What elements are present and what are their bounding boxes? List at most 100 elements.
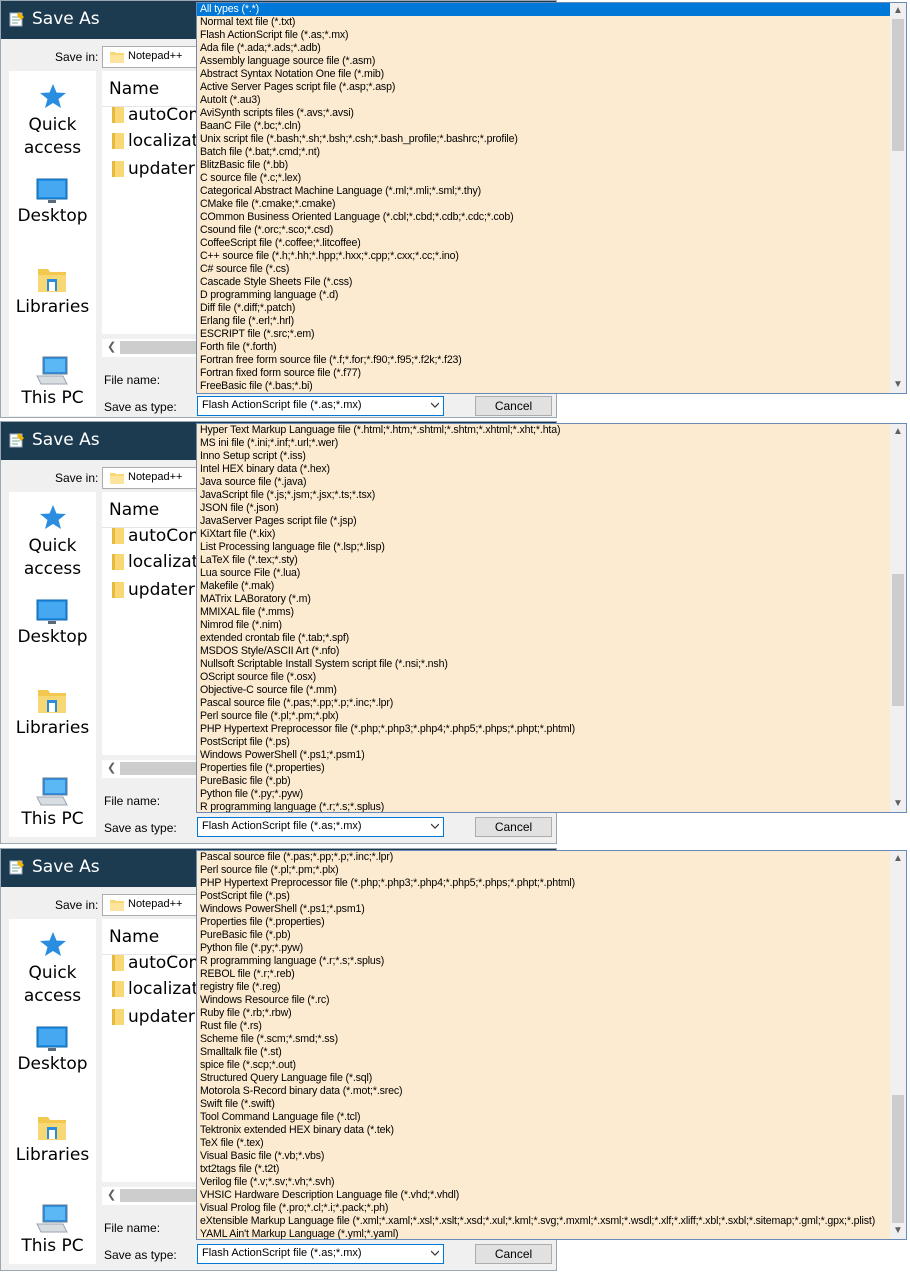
- file-type-option[interactable]: Batch file (*.bat;*.cmd;*.nt): [197, 146, 890, 159]
- place-this-pc[interactable]: This PC: [9, 808, 96, 831]
- scroll-thumb[interactable]: [892, 574, 904, 706]
- scroll-down-icon[interactable]: ▼: [890, 377, 906, 393]
- file-type-option[interactable]: Diff file (*.diff;*.patch): [197, 302, 890, 315]
- place-quick-access[interactable]: Quick access: [9, 962, 96, 1008]
- vertical-scrollbar[interactable]: ▲ ▼: [890, 851, 906, 1239]
- file-type-option[interactable]: CoffeeScript file (*.coffee;*.litcoffee): [197, 237, 890, 250]
- list-item[interactable]: localizatio: [112, 130, 198, 152]
- file-type-option[interactable]: eXtensible Markup Language file (*.xml;*…: [197, 1215, 890, 1228]
- place-desktop[interactable]: Desktop: [9, 1053, 96, 1076]
- scroll-thumb[interactable]: [892, 1095, 904, 1223]
- list-item[interactable]: updater: [112, 158, 198, 180]
- file-type-option[interactable]: Verilog file (*.v;*.sv;*.vh;*.svh): [197, 1176, 890, 1189]
- file-type-option[interactable]: Windows Resource file (*.rc): [197, 994, 890, 1007]
- file-type-option[interactable]: Cascade Style Sheets File (*.css): [197, 276, 890, 289]
- place-desktop[interactable]: Desktop: [9, 626, 96, 649]
- file-type-option[interactable]: Nullsoft Scriptable Install System scrip…: [197, 658, 890, 671]
- file-type-option[interactable]: Visual Basic file (*.vb;*.vbs): [197, 1150, 890, 1163]
- file-type-option[interactable]: Erlang file (*.erl;*.hrl): [197, 315, 890, 328]
- file-type-option[interactable]: KiXtart file (*.kix): [197, 528, 890, 541]
- file-type-option[interactable]: List Processing language file (*.lsp;*.l…: [197, 541, 890, 554]
- list-item[interactable]: localizatio: [112, 978, 198, 1000]
- scroll-down-icon[interactable]: ▼: [890, 796, 906, 812]
- file-type-option[interactable]: AviSynth scripts files (*.avs;*.avsi): [197, 107, 890, 120]
- file-type-option[interactable]: PureBasic file (*.pb): [197, 929, 890, 942]
- file-type-option[interactable]: ESCRIPT file (*.src;*.em): [197, 328, 890, 341]
- file-type-option[interactable]: Categorical Abstract Machine Language (*…: [197, 185, 890, 198]
- file-type-option[interactable]: Perl source file (*.pl;*.pm;*.plx): [197, 710, 890, 723]
- file-list[interactable]: Name autoCom localizatio updater: [102, 71, 198, 334]
- scroll-left-icon[interactable]: ❮: [107, 1188, 116, 1201]
- file-type-option[interactable]: C source file (*.c;*.lex): [197, 172, 890, 185]
- scroll-left-icon[interactable]: ❮: [107, 340, 116, 353]
- file-type-option[interactable]: Inno Setup script (*.iss): [197, 450, 890, 463]
- file-type-option[interactable]: Properties file (*.properties): [197, 916, 890, 929]
- cancel-button[interactable]: Cancel: [475, 1244, 552, 1264]
- file-type-option[interactable]: txt2tags file (*.t2t): [197, 1163, 890, 1176]
- file-type-option[interactable]: Java source file (*.java): [197, 476, 890, 489]
- file-type-dropdown[interactable]: All types (*.*) Normal text file (*.txt) F…: [196, 2, 907, 394]
- list-item[interactable]: updater: [112, 1006, 198, 1028]
- file-type-option[interactable]: JavaScript file (*.js;*.jsm;*.jsx;*.ts;*…: [197, 489, 890, 502]
- file-type-option[interactable]: Assembly language source file (*.asm): [197, 55, 890, 68]
- file-type-option[interactable]: OScript source file (*.osx): [197, 671, 890, 684]
- file-type-option[interactable]: REBOL file (*.r;*.reb): [197, 968, 890, 981]
- list-item[interactable]: updater: [112, 579, 198, 601]
- file-type-option[interactable]: Active Server Pages script file (*.asp;*…: [197, 81, 890, 94]
- file-type-option[interactable]: CMake file (*.cmake;*.cmake): [197, 198, 890, 211]
- place-this-pc[interactable]: This PC: [9, 387, 96, 410]
- column-header-name[interactable]: Name: [109, 79, 159, 99]
- scroll-down-icon[interactable]: ▼: [890, 1223, 906, 1239]
- file-type-option[interactable]: extended crontab file (*.tab;*.spf): [197, 632, 890, 645]
- horizontal-scrollbar[interactable]: ❮: [102, 1187, 198, 1205]
- place-desktop[interactable]: Desktop: [9, 205, 96, 228]
- file-type-option[interactable]: Rust file (*.rs): [197, 1020, 890, 1033]
- file-type-option[interactable]: Lua source File (*.lua): [197, 567, 890, 580]
- file-type-option[interactable]: All types (*.*): [197, 3, 890, 16]
- scroll-thumb[interactable]: [120, 341, 198, 354]
- file-type-option[interactable]: D programming language (*.d): [197, 289, 890, 302]
- save-in-combo[interactable]: Notepad++: [102, 467, 198, 489]
- file-type-option[interactable]: PostScript file (*.ps): [197, 890, 890, 903]
- place-quick-access[interactable]: Quick access: [9, 535, 96, 581]
- file-type-option[interactable]: Unix script file (*.bash;*.sh;*.bsh;*.cs…: [197, 133, 890, 146]
- file-type-option[interactable]: C++ source file (*.h;*.hh;*.hpp;*.hxx;*.…: [197, 250, 890, 263]
- file-type-option[interactable]: Visual Prolog file (*.pro;*.cl;*.i;*.pac…: [197, 1202, 890, 1215]
- file-type-option[interactable]: Ada file (*.ada;*.ads;*.adb): [197, 42, 890, 55]
- file-type-option[interactable]: MATrix LABoratory (*.m): [197, 593, 890, 606]
- file-type-option[interactable]: Nimrod file (*.nim): [197, 619, 890, 632]
- file-type-option[interactable]: Tektronix extended HEX binary data (*.te…: [197, 1124, 890, 1137]
- file-type-option[interactable]: Windows PowerShell (*.ps1;*.psm1): [197, 903, 890, 916]
- file-type-option[interactable]: MS ini file (*.ini;*.inf;*.url;*.wer): [197, 437, 890, 450]
- file-type-option[interactable]: BaanC File (*.bc;*.cln): [197, 120, 890, 133]
- scroll-thumb[interactable]: [892, 19, 904, 151]
- place-quick-access[interactable]: Quick access: [9, 114, 96, 160]
- file-type-option[interactable]: Smalltalk file (*.st): [197, 1046, 890, 1059]
- file-type-option[interactable]: Normal text file (*.txt): [197, 16, 890, 29]
- file-type-option[interactable]: AutoIt (*.au3): [197, 94, 890, 107]
- file-type-option[interactable]: JSON file (*.json): [197, 502, 890, 515]
- file-type-option[interactable]: Intel HEX binary data (*.hex): [197, 463, 890, 476]
- save-as-type-select[interactable]: Flash ActionScript file (*.as;*.mx): [197, 396, 444, 416]
- file-type-option[interactable]: Ruby file (*.rb;*.rbw): [197, 1007, 890, 1020]
- vertical-scrollbar[interactable]: ▲ ▼: [890, 424, 906, 812]
- file-type-option[interactable]: Flash ActionScript file (*.as;*.mx): [197, 29, 890, 42]
- scroll-left-icon[interactable]: ❮: [107, 761, 116, 774]
- file-type-option[interactable]: C# source file (*.cs): [197, 263, 890, 276]
- file-type-option[interactable]: Scheme file (*.scm;*.smd;*.ss): [197, 1033, 890, 1046]
- file-type-option[interactable]: registry file (*.reg): [197, 981, 890, 994]
- scroll-up-icon[interactable]: ▲: [890, 3, 906, 19]
- file-type-option[interactable]: Makefile (*.mak): [197, 580, 890, 593]
- file-type-option[interactable]: COmmon Business Oriented Language (*.cbl…: [197, 211, 890, 224]
- file-type-option[interactable]: Motorola S-Record binary data (*.mot;*.s…: [197, 1085, 890, 1098]
- horizontal-scrollbar[interactable]: ❮: [102, 760, 198, 778]
- cancel-button[interactable]: Cancel: [475, 396, 552, 416]
- file-type-option[interactable]: MSDOS Style/ASCII Art (*.nfo): [197, 645, 890, 658]
- file-type-option[interactable]: Python file (*.py;*.pyw): [197, 788, 890, 801]
- file-type-option[interactable]: Windows PowerShell (*.ps1;*.psm1): [197, 749, 890, 762]
- place-libraries[interactable]: Libraries: [9, 296, 96, 319]
- file-type-option[interactable]: VHSIC Hardware Description Language file…: [197, 1189, 890, 1202]
- save-as-type-select[interactable]: Flash ActionScript file (*.as;*.mx): [197, 817, 444, 837]
- file-type-dropdown[interactable]: Hyper Text Markup Language file (*.html;…: [196, 423, 907, 813]
- file-type-option[interactable]: R programming language (*.r;*.s;*.splus): [197, 955, 890, 968]
